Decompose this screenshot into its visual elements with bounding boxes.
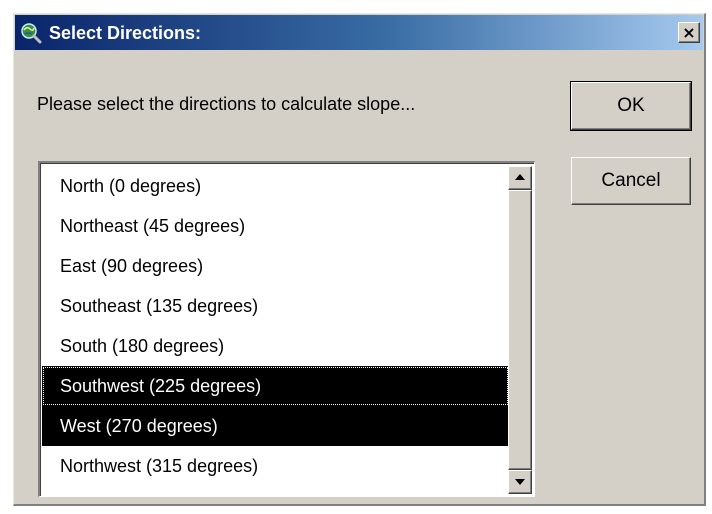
cancel-button[interactable]: Cancel bbox=[571, 157, 691, 205]
scroll-thumb[interactable] bbox=[508, 190, 532, 470]
list-item[interactable]: North (0 degrees) bbox=[42, 166, 509, 206]
arrow-up-icon bbox=[515, 174, 525, 180]
directions-listbox[interactable]: North (0 degrees) Northeast (45 degrees) E… bbox=[38, 161, 535, 497]
directions-list: North (0 degrees) Northeast (45 degrees) E… bbox=[42, 166, 509, 495]
close-button[interactable]: × bbox=[678, 22, 700, 43]
close-icon: × bbox=[682, 22, 696, 42]
list-item[interactable]: Northeast (45 degrees) bbox=[42, 206, 509, 246]
list-item[interactable]: West (270 degrees) bbox=[42, 406, 509, 446]
dialog-title: Select Directions: bbox=[49, 23, 202, 43]
list-item[interactable]: Southeast (135 degrees) bbox=[42, 286, 509, 326]
scroll-up-button[interactable] bbox=[508, 166, 532, 190]
vertical-scrollbar[interactable] bbox=[508, 166, 532, 494]
list-item[interactable]: South (180 degrees) bbox=[42, 326, 509, 366]
globe-magnifier-icon bbox=[21, 23, 42, 44]
title-bar[interactable]: Select Directions: × bbox=[15, 15, 703, 50]
list-item[interactable]: Northwest (315 degrees) bbox=[42, 446, 509, 486]
ok-button[interactable]: OK bbox=[570, 81, 692, 131]
instruction-label: Please select the directions to calculat… bbox=[37, 94, 416, 114]
scroll-down-button[interactable] bbox=[508, 470, 532, 494]
select-directions-dialog: Select Directions: × Please select the d… bbox=[13, 13, 706, 506]
list-item[interactable]: East (90 degrees) bbox=[42, 246, 509, 286]
list-item[interactable]: Southwest (225 degrees) bbox=[42, 366, 509, 406]
arrow-down-icon bbox=[515, 479, 525, 485]
